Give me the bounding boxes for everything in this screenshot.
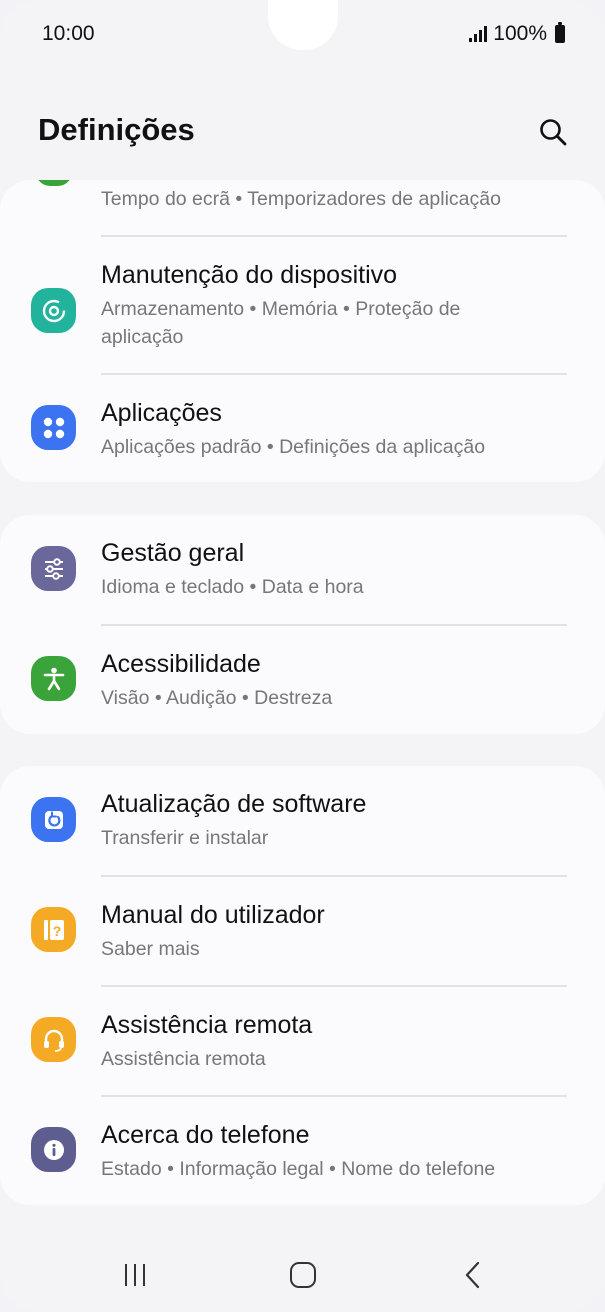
- phone-screen: 10:00 100% Definições Tempo do ecrã • Te…: [0, 0, 605, 1312]
- list-item-user-manual[interactable]: ? Manual do utilizador Saber mais: [0, 877, 605, 986]
- list-item-subtitle: Tempo do ecrã • Temporizadores de aplica…: [101, 188, 501, 210]
- list-item-subtitle: Idioma e teclado • Data e hora: [101, 576, 364, 598]
- status-right: 100%: [469, 22, 565, 46]
- remote-support-icon: [31, 1017, 76, 1062]
- home-button[interactable]: [273, 1253, 333, 1297]
- settings-card: Atualização de software Transferir e ins…: [0, 766, 605, 1205]
- search-icon: [540, 119, 567, 146]
- list-item-title: Gestão geral: [101, 539, 245, 567]
- recent-apps-button[interactable]: [105, 1253, 165, 1297]
- settings-card: Tempo do ecrã • Temporizadores de aplica…: [0, 180, 605, 482]
- status-bar: 10:00 100%: [0, 0, 605, 70]
- list-item-subtitle: Visão • Audição • Destreza: [101, 687, 333, 709]
- list-item-title: Acessibilidade: [101, 650, 261, 678]
- svg-text:?: ?: [52, 923, 61, 939]
- list-item-subtitle: Assistência remota: [101, 1048, 266, 1070]
- settings-list[interactable]: Tempo do ecrã • Temporizadores de aplica…: [0, 180, 605, 1220]
- list-item-title: Aplicações: [101, 399, 222, 427]
- navigation-bar: [0, 1235, 605, 1312]
- list-item-title: Acerca do telefone: [101, 1121, 310, 1149]
- list-item-subtitle: Transferir e instalar: [101, 827, 269, 849]
- signal-icon: [469, 26, 488, 42]
- list-item-subtitle: Armazenamento • Memória • Proteção de ap…: [101, 298, 461, 348]
- list-item-remote-support[interactable]: Assistência remota Assistência remota: [0, 987, 605, 1096]
- user-manual-icon: ?: [31, 907, 76, 952]
- list-item-software-update[interactable]: Atualização de software Transferir e ins…: [0, 766, 605, 875]
- list-item-apps[interactable]: Aplicações Aplicações padrão • Definiçõe…: [0, 375, 605, 482]
- device-care-icon: [31, 288, 76, 333]
- list-item-subtitle: Saber mais: [101, 938, 200, 960]
- settings-card: Gestão geral Idioma e teclado • Data e h…: [0, 515, 605, 734]
- general-management-icon: [31, 546, 76, 591]
- page-header: Definições: [0, 100, 605, 170]
- battery-percent: 100%: [493, 22, 547, 45]
- list-item-subtitle: Aplicações padrão • Definições da aplica…: [101, 436, 486, 458]
- recent-apps-icon: [125, 1264, 145, 1286]
- about-phone-icon: [31, 1127, 76, 1172]
- list-item-general-management[interactable]: Gestão geral Idioma e teclado • Data e h…: [0, 515, 605, 624]
- search-button[interactable]: [531, 110, 575, 154]
- list-item-device-care[interactable]: Manutenção do dispositivo Armazenamento …: [0, 237, 605, 373]
- wellbeing-icon: [36, 180, 72, 186]
- list-item-digital-wellbeing[interactable]: Tempo do ecrã • Temporizadores de aplica…: [0, 180, 605, 236]
- home-icon: [290, 1262, 316, 1288]
- back-icon: [465, 1261, 480, 1289]
- apps-icon: [31, 405, 76, 450]
- list-item-accessibility[interactable]: Acessibilidade Visão • Audição • Destrez…: [0, 626, 605, 734]
- battery-icon: [555, 22, 565, 43]
- page-title: Definições: [38, 112, 195, 147]
- status-time: 10:00: [42, 22, 95, 45]
- list-item-title: Atualização de software: [101, 790, 367, 818]
- list-item-title: Manutenção do dispositivo: [101, 261, 398, 289]
- list-item-about-phone[interactable]: Acerca do telefone Estado • Informação l…: [0, 1097, 605, 1205]
- software-update-icon: [31, 797, 76, 842]
- accessibility-icon: [31, 656, 76, 701]
- list-item-title: Manual do utilizador: [101, 901, 325, 929]
- list-item-subtitle: Estado • Informação legal • Nome do tele…: [101, 1158, 496, 1180]
- back-button[interactable]: [443, 1253, 503, 1297]
- list-item-title: Assistência remota: [101, 1011, 313, 1039]
